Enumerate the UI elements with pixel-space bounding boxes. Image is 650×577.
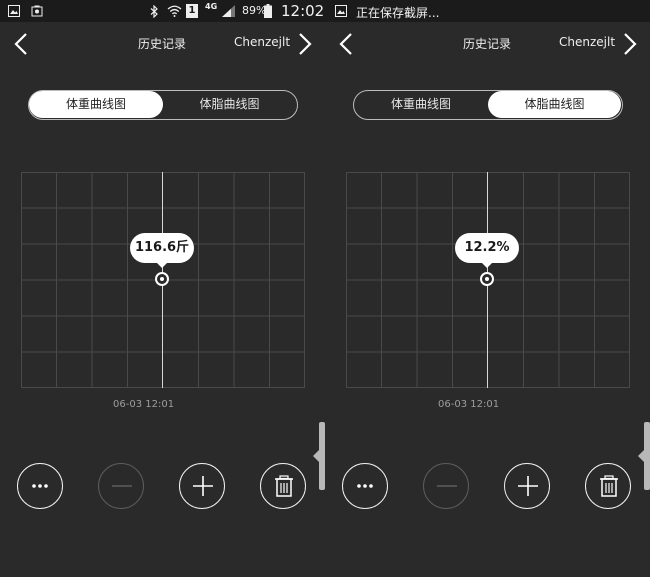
sim-indicator: 1 xyxy=(186,4,198,18)
minus-icon xyxy=(437,485,457,487)
network-type: 4G xyxy=(205,2,218,11)
battery-percent: 89% xyxy=(242,4,267,17)
delete-button[interactable] xyxy=(585,463,631,509)
gallery-icon xyxy=(335,5,347,17)
weight-chart[interactable]: 116.6斤 xyxy=(21,172,305,388)
more-button[interactable] xyxy=(342,463,388,509)
x-axis-label: 06-03 12:01 xyxy=(113,399,175,410)
minus-icon xyxy=(112,485,132,487)
remove-button[interactable] xyxy=(98,463,144,509)
trash-icon xyxy=(600,475,618,497)
status-bar: 1 4G 89% 12:02 xyxy=(0,0,325,22)
data-point[interactable] xyxy=(155,272,169,286)
body-fat-chart[interactable]: 12.2% xyxy=(346,172,630,388)
trash-icon xyxy=(275,475,293,497)
wifi-icon xyxy=(167,5,182,17)
edge-arrow-icon xyxy=(638,450,644,462)
status-bar: 正在保存截屏... xyxy=(325,0,650,22)
gallery-icon xyxy=(8,5,20,17)
tab-body-fat-chart[interactable]: 体脂曲线图 xyxy=(163,91,296,118)
remove-button[interactable] xyxy=(423,463,469,509)
tab-weight-chart[interactable]: 体重曲线图 xyxy=(29,91,163,118)
more-button[interactable] xyxy=(17,463,63,509)
screen-weight-chart: 1 4G 89% 12:02 历史记录 Chenzejlt 体重曲线图 体脂曲线… xyxy=(0,0,325,577)
chevron-right-icon[interactable] xyxy=(292,30,316,58)
more-icon xyxy=(32,484,48,488)
user-name[interactable]: Chenzejlt xyxy=(234,35,290,49)
tab-weight-chart[interactable]: 体重曲线图 xyxy=(354,91,488,118)
value-tooltip: 116.6斤 xyxy=(130,233,194,268)
value-tooltip: 12.2% xyxy=(455,233,519,268)
bluetooth-icon xyxy=(150,5,158,18)
back-button[interactable] xyxy=(333,30,361,58)
x-axis-label: 06-03 12:01 xyxy=(438,399,500,410)
edge-drawer-handle[interactable] xyxy=(644,422,650,490)
clock: 12:02 xyxy=(281,2,325,20)
screen-body-fat-chart: 正在保存截屏... 历史记录 Chenzejlt 体重曲线图 体脂曲线图 12.… xyxy=(325,0,650,577)
page-title: 历史记录 xyxy=(463,37,512,51)
add-button[interactable] xyxy=(179,463,225,509)
add-button[interactable] xyxy=(504,463,550,509)
battery-icon xyxy=(264,4,272,18)
data-point[interactable] xyxy=(480,272,494,286)
delete-button[interactable] xyxy=(260,463,306,509)
user-name[interactable]: Chenzejlt xyxy=(559,35,615,49)
nav-bar: 历史记录 Chenzejlt xyxy=(325,22,650,66)
app-notification-icon xyxy=(31,5,43,17)
edge-arrow-icon xyxy=(313,450,319,462)
plus-icon xyxy=(193,476,213,496)
back-button[interactable] xyxy=(8,30,36,58)
signal-icon xyxy=(222,5,235,17)
page-title: 历史记录 xyxy=(138,37,187,51)
screenshot-notification: 正在保存截屏... xyxy=(356,6,440,20)
tab-body-fat-chart[interactable]: 体脂曲线图 xyxy=(488,91,621,118)
chevron-right-icon[interactable] xyxy=(617,30,641,58)
nav-bar: 历史记录 Chenzejlt xyxy=(0,22,325,66)
chart-type-switch: 体重曲线图 体脂曲线图 xyxy=(28,90,298,120)
more-icon xyxy=(357,484,373,488)
chart-type-switch: 体重曲线图 体脂曲线图 xyxy=(353,90,623,120)
plus-icon xyxy=(518,476,538,496)
